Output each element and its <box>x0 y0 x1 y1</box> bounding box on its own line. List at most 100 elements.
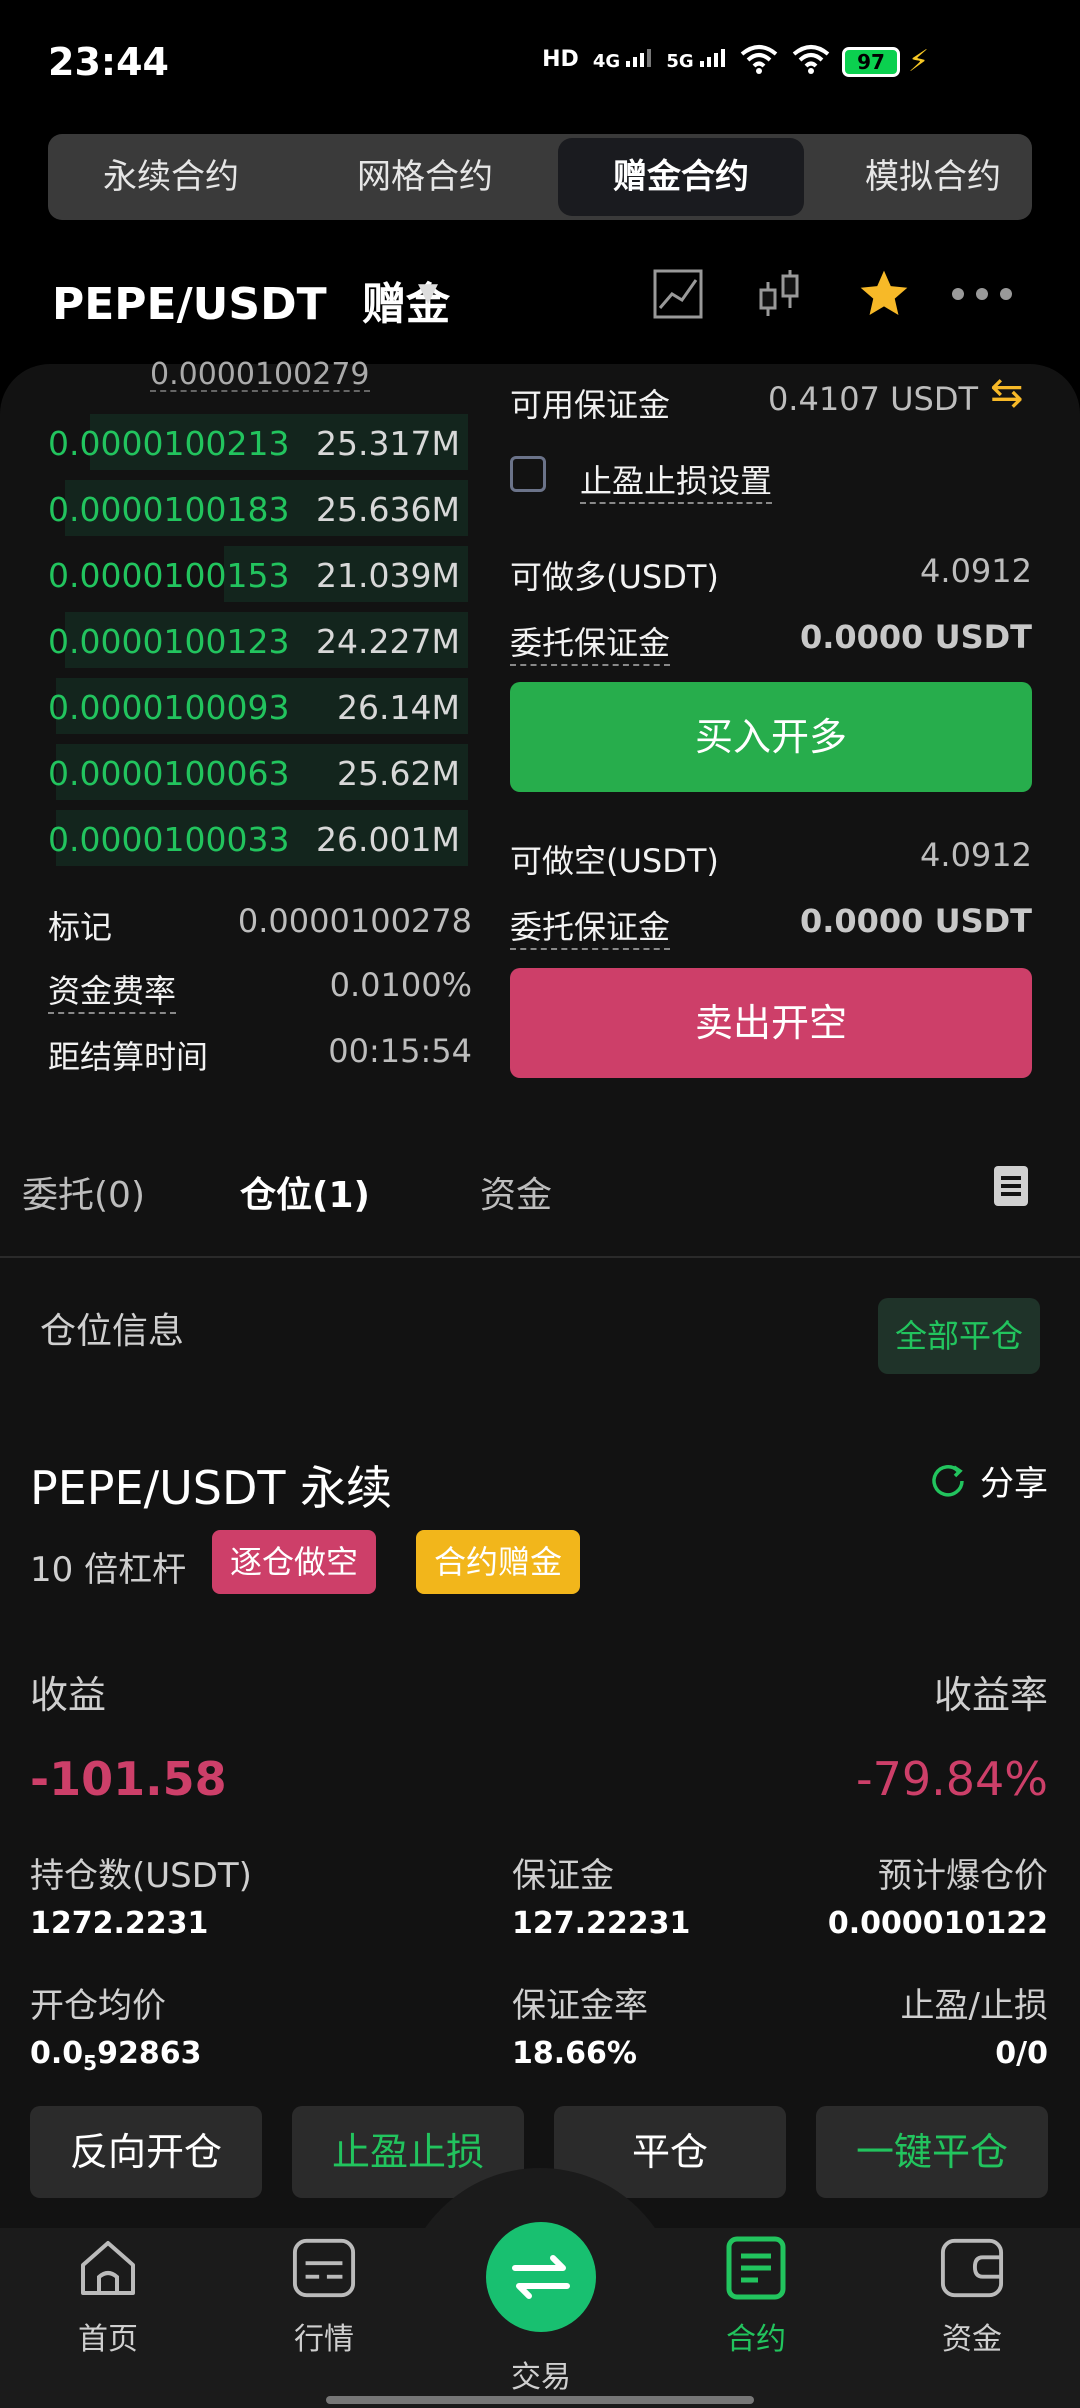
nav-contract[interactable]: 合约 <box>686 2236 826 2358</box>
home-icon <box>76 2236 140 2300</box>
order-book-price: 0.0000100033 <box>48 820 290 859</box>
nav-trade[interactable] <box>486 2222 596 2332</box>
short-order-margin-label[interactable]: 委托保证金 <box>510 902 671 950</box>
entry-price-digits: 92863 <box>97 2036 202 2071</box>
position-size-label: 持仓数(USDT) <box>30 1856 252 1896</box>
position-size-value: 1272.2231 <box>30 1906 209 1941</box>
hd-icon: HD <box>542 46 579 72</box>
settlement-time-label: 距结算时间 <box>48 1038 209 1076</box>
list-icon[interactable] <box>994 1166 1028 1206</box>
contract-icon <box>724 2236 788 2300</box>
signal-5g-label: 5G <box>666 50 694 72</box>
short-max-value: 4.0912 <box>920 836 1032 874</box>
order-book-row[interactable]: 0.0000100153 21.039M <box>48 542 468 602</box>
available-margin-value: 0.4107 USDT <box>767 380 978 418</box>
reverse-position-button[interactable]: 反向开仓 <box>30 2106 262 2198</box>
order-book-quantity: 25.62M <box>337 754 460 793</box>
tab-perpetual[interactable]: 永续合约 <box>48 134 294 220</box>
position-info-title: 仓位信息 <box>40 1311 185 1352</box>
pnl-rate-value: -79.84% <box>856 1752 1048 1806</box>
liquidation-price-value: 0.000010122 <box>827 1906 1048 1941</box>
status-icons: HD 4G 5G <box>542 44 830 74</box>
wifi-icon-2 <box>792 45 830 74</box>
nav-home-label: 首页 <box>78 2322 138 2357</box>
pair-selector[interactable]: PEPE/USDT 赠金 <box>52 268 450 332</box>
margin-value: 127.22231 <box>512 1906 691 1941</box>
tab-orders[interactable]: 委托(0) <box>22 1166 145 1218</box>
tab-bonus[interactable]: 赠金合约 <box>558 138 804 216</box>
candlestick-icon[interactable] <box>750 264 810 324</box>
long-max-label: 可做多(USDT) <box>510 558 719 596</box>
entry-price-label: 开仓均价 <box>30 1986 166 2026</box>
close-all-button[interactable]: 全部平仓 <box>878 1298 1040 1374</box>
order-book-row[interactable]: 0.0000100183 25.636M <box>48 476 468 536</box>
order-book-quantity: 25.636M <box>316 490 460 529</box>
more-icon[interactable] <box>950 264 1014 324</box>
signal-bars-4g <box>626 48 652 67</box>
signal-5g-icon: 5G <box>666 47 726 72</box>
tab-grid[interactable]: 网格合约 <box>302 134 548 220</box>
status-bar: 23:44 HD 4G 5G 97 ⚡ <box>0 0 1080 120</box>
contract-type-tabs: 永续合约 网格合约 赠金合约 模拟合约 <box>48 134 1032 220</box>
home-indicator <box>326 2396 754 2404</box>
order-book-quantity: 26.001M <box>316 820 460 859</box>
order-book-quantity: 24.227M <box>316 622 460 661</box>
share-button[interactable]: 分享 <box>928 1456 1048 1505</box>
order-book-row[interactable]: 0.0000100063 25.62M <box>48 740 468 800</box>
pnl-rate-label: 收益率 <box>933 1673 1048 1717</box>
pnl-label: 收益 <box>30 1673 107 1717</box>
available-margin-label: 可用保证金 <box>510 386 671 424</box>
long-max-value: 4.0912 <box>920 552 1032 590</box>
isolated-short-badge: 逐仓做空 <box>212 1530 377 1594</box>
tpsl-checkbox[interactable] <box>510 456 546 492</box>
share-label: 分享 <box>980 1464 1048 1504</box>
order-book-top-price: 0.0000100279 <box>150 357 370 392</box>
margin-rate-value: 18.66% <box>512 2036 637 2071</box>
tpsl-settings-label[interactable]: 止盈止损设置 <box>580 456 773 504</box>
order-book-price: 0.0000100123 <box>48 622 290 661</box>
wallet-icon <box>940 2236 1004 2300</box>
nav-market-label: 行情 <box>294 2322 354 2357</box>
tab-positions[interactable]: 仓位(1) <box>240 1166 370 1218</box>
order-book-quantity: 21.039M <box>316 556 460 595</box>
entry-price-prefix: 0.0 <box>30 2036 84 2071</box>
share-icon <box>932 1464 964 1497</box>
long-order-margin-label[interactable]: 委托保证金 <box>510 618 671 666</box>
market-icon <box>292 2236 356 2300</box>
mark-price-label: 标记 <box>48 908 113 946</box>
wifi-icon <box>740 45 778 74</box>
short-max-label: 可做空(USDT) <box>510 842 719 880</box>
nav-wallet[interactable]: 资金 <box>902 2236 1042 2358</box>
order-book-row[interactable]: 0.0000100213 25.317M <box>48 410 468 470</box>
one-click-close-button[interactable]: 一键平仓 <box>816 2106 1048 2198</box>
nav-market[interactable]: 行情 <box>254 2236 394 2358</box>
sell-short-button[interactable]: 卖出开空 <box>510 968 1032 1078</box>
order-book-price: 0.0000100063 <box>48 754 290 793</box>
tab-funds[interactable]: 资金 <box>480 1166 552 1218</box>
short-order-margin-value: 0.0000 USDT <box>799 902 1032 940</box>
order-book-row[interactable]: 0.0000100093 26.14M <box>48 674 468 734</box>
signal-4g-label: 4G <box>592 50 621 72</box>
signal-4g-icon: 4G <box>593 47 653 72</box>
margin-rate-label: 保证金率 <box>512 1986 648 2026</box>
tpsl-value: 0/0 <box>995 2036 1048 2071</box>
order-book-row[interactable]: 0.0000100033 26.001M <box>48 806 468 866</box>
bonus-badge: 合约赠金 <box>416 1530 581 1594</box>
swap-icon <box>512 2255 570 2299</box>
nav-trade-label: 交易 <box>511 2360 571 2395</box>
order-book-price: 0.0000100183 <box>48 490 290 529</box>
buy-long-button[interactable]: 买入开多 <box>510 682 1032 792</box>
star-icon[interactable] <box>854 264 914 324</box>
tab-demo[interactable]: 模拟合约 <box>810 134 1032 220</box>
caret-down-icon[interactable]: ▼ <box>418 278 438 308</box>
funding-rate-label[interactable]: 资金费率 <box>48 966 177 1014</box>
transfer-icon[interactable]: ⇆ <box>990 370 1024 416</box>
order-book-quantity: 25.317M <box>316 424 460 463</box>
settlement-time-value: 00:15:54 <box>328 1032 472 1070</box>
chart-icon[interactable] <box>648 264 708 324</box>
nav-wallet-label: 资金 <box>942 2322 1002 2357</box>
nav-home[interactable]: 首页 <box>38 2236 178 2358</box>
pair-header: PEPE/USDT 赠金 ▼ <box>0 250 1080 340</box>
order-book-row[interactable]: 0.0000100123 24.227M <box>48 608 468 668</box>
order-book-quantity: 26.14M <box>337 688 460 727</box>
